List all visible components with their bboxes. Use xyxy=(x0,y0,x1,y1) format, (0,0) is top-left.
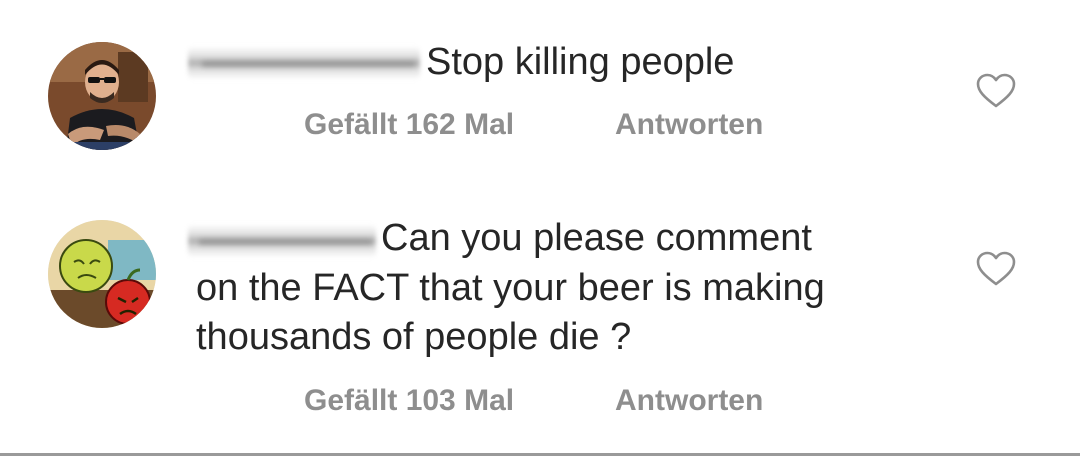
avatar[interactable] xyxy=(48,220,156,328)
profile-photo-icon xyxy=(48,220,156,328)
username-redacted[interactable] xyxy=(188,224,376,258)
comment-text-line-1: Can you please comment xyxy=(381,217,812,259)
comment-thread: Stop killing people Gefällt 162 Mal Antw… xyxy=(0,0,1080,456)
heart-icon[interactable] xyxy=(976,251,1016,287)
like-count[interactable]: Gefällt 103 Mal xyxy=(304,384,514,418)
reply-button[interactable]: Antworten xyxy=(615,384,763,418)
comment-text-line-2: on the FACT that your beer is making xyxy=(196,267,825,309)
comment-item: Can you please comment on the FACT that … xyxy=(0,0,1080,453)
comment-text-line-3: thousands of people die ? xyxy=(196,316,632,358)
